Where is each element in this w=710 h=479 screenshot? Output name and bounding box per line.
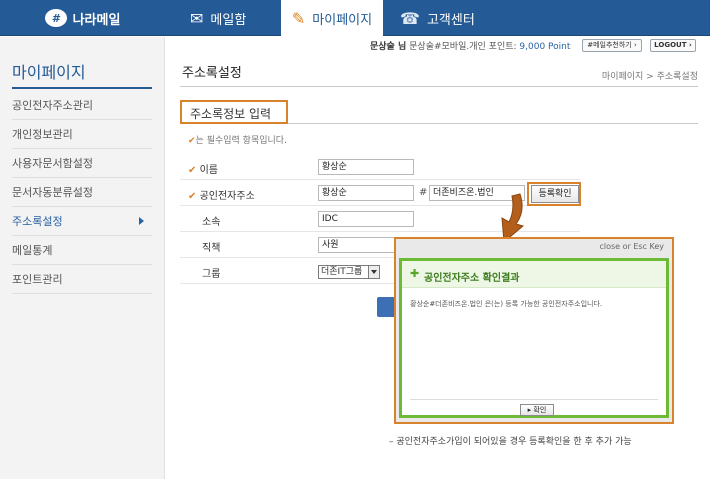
tab-customer-center[interactable]: ☎ 고객센터 xyxy=(400,0,475,36)
pencil-icon: ✎ xyxy=(291,9,306,28)
tab-mailbox[interactable]: ✉ 메일함 xyxy=(190,0,246,36)
chevron-down-icon xyxy=(368,266,379,278)
page-title-divider xyxy=(180,86,698,87)
address-label: ✔ 공인전자주소 xyxy=(188,187,255,202)
caption-text: – 공인전자주소가입이 되어있을 경우 등록확인을 한 후 추가 가능 xyxy=(389,437,632,447)
telephone-icon: ☎ xyxy=(400,8,420,28)
section-title: 주소록정보 입력 xyxy=(190,107,272,121)
top-navigation-bar: # 나라메일 ✉ 메일함 ✎ 마이페이지 ☎ 고객센터 xyxy=(0,0,710,37)
section-divider xyxy=(288,123,698,124)
group-label: 그룹 xyxy=(202,269,221,280)
plus-icon: ✚ xyxy=(410,267,420,280)
breadcrumb: 마이페이지 > 주소록설정 xyxy=(601,72,698,82)
tab-mypage-label: 마이페이지 xyxy=(312,13,373,28)
organization-label: 소속 xyxy=(202,217,221,228)
sidebar-item-personal-info[interactable]: 개인정보관리 xyxy=(12,120,152,149)
tab-customer-center-label: 고객센터 xyxy=(426,12,475,28)
popup-message: 황상순#더존비즈온.법인 은(는) 등록 가능한 공인전자주소입니다. xyxy=(410,300,603,308)
organization-input[interactable]: IDC xyxy=(318,211,414,227)
name-label: ✔ 이름 xyxy=(188,161,218,176)
sidebar-item-auto-classify-settings[interactable]: 문서자동분류설정 xyxy=(12,178,152,207)
required-check-icon: ✔ xyxy=(188,191,197,202)
address-label-text: 공인전자주소 xyxy=(199,191,255,202)
point-label: 포인트: xyxy=(488,42,517,52)
sidebar-item-point-management[interactable]: 포인트관리 xyxy=(12,265,152,294)
point-value: 9,000 Point xyxy=(519,42,571,52)
section-title-box: 주소록정보 입력 xyxy=(180,100,288,124)
logout-button[interactable]: LOGOUT › xyxy=(650,39,696,52)
form-row-name: ✔ 이름 황상순 xyxy=(180,154,580,180)
required-note: ✔는 필수입력 항목입니다. xyxy=(188,133,287,146)
address-id-input[interactable]: 황상순 xyxy=(318,185,414,201)
sidebar-item-user-folder-settings[interactable]: 사용자문서함설정 xyxy=(12,149,152,178)
name-label-text: 이름 xyxy=(199,165,218,176)
user-info-line: 문상술 님 문상술#모바일.개인 포인트: 9,000 Point xyxy=(370,39,570,53)
popup-divider xyxy=(410,399,658,400)
sidebar-item-certified-address[interactable]: 공인전자주소관리 xyxy=(12,91,152,120)
sidebar: 마이페이지 공인전자주소관리 개인정보관리 사용자문서함설정 문서자동분류설정 … xyxy=(0,37,165,479)
result-popup: close or Esc Key ✚ 공인전자주소 확인결과 황상순#더존비즈온… xyxy=(394,237,674,424)
result-popup-body: ✚ 공인전자주소 확인결과 황상순#더존비즈온.법인 은(는) 등록 가능한 공… xyxy=(399,258,669,418)
register-confirm-button[interactable]: 등록확인 xyxy=(531,185,579,203)
recommend-mail-button[interactable]: #메일추천하기 › xyxy=(582,39,642,52)
sidebar-item-mail-statistics[interactable]: 메일통계 xyxy=(12,236,152,265)
popup-ok-label: 확인 xyxy=(533,406,547,414)
tab-mypage[interactable]: ✎ 마이페이지 xyxy=(281,0,383,37)
address-separator: # xyxy=(419,187,428,198)
group-select[interactable]: 더존IT그룹 xyxy=(318,265,380,279)
logo[interactable]: # 나라메일 xyxy=(0,0,165,36)
group-select-value: 더존IT그룹 xyxy=(321,267,363,277)
popup-close-hint[interactable]: close or Esc Key xyxy=(599,242,664,251)
popup-header: ✚ 공인전자주소 확인결과 xyxy=(402,261,666,288)
checkmark-icon: ✔ xyxy=(188,136,196,146)
chevron-right-icon xyxy=(139,217,144,225)
tab-mailbox-label: 메일함 xyxy=(210,12,247,28)
envelope-icon: ✉ xyxy=(190,8,204,28)
name-input[interactable]: 황상순 xyxy=(318,159,414,175)
required-note-text: 는 필수입력 항목입니다. xyxy=(195,136,287,146)
user-name: 문상술 님 xyxy=(370,42,407,52)
logo-text: 나라메일 xyxy=(72,12,121,28)
sidebar-title: 마이페이지 xyxy=(12,63,86,82)
page-title: 주소록설정 xyxy=(182,66,242,81)
logo-icon: # xyxy=(44,9,67,27)
sidebar-item-addressbook-settings[interactable]: 주소록설정 xyxy=(12,207,152,236)
position-label: 직책 xyxy=(202,243,221,254)
popup-title: 공인전자주소 확인결과 xyxy=(424,273,520,284)
user-account: 문상술#모바일.개인 xyxy=(409,42,486,52)
required-check-icon: ✔ xyxy=(188,165,197,176)
sidebar-title-rule xyxy=(12,87,152,89)
popup-ok-button[interactable]: ▸ 확인 xyxy=(520,404,554,416)
sidebar-item-addressbook-label: 주소록설정 xyxy=(12,215,63,228)
